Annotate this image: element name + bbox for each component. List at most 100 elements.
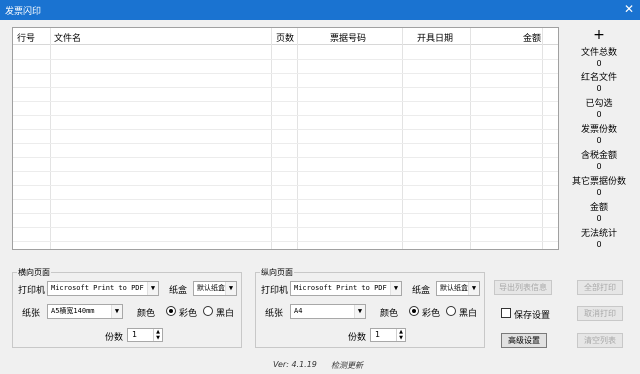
- column-header-amount[interactable]: 金额: [523, 31, 541, 44]
- landscape-page-group: 横向页面 打印机 Microsoft Print to PDF ▼ 纸盒 默认纸…: [12, 267, 242, 348]
- color-radio[interactable]: [409, 306, 419, 316]
- landscape-group-title: 横向页面: [17, 267, 51, 278]
- plus-icon[interactable]: +: [566, 28, 632, 42]
- version-label: Ver: 4.1.19: [273, 360, 317, 369]
- stat-other-receipts: 其它票据份数 0: [566, 177, 632, 197]
- table-row: [13, 241, 558, 242]
- stat-label: 发票份数: [580, 125, 617, 135]
- check-update-link[interactable]: 检测更新: [331, 360, 363, 371]
- copies-value: 1: [132, 330, 138, 339]
- stat-label: 其它票据份数: [571, 177, 626, 187]
- table-row: [13, 87, 558, 88]
- stepper-arrows-icon[interactable]: ▲ ▼: [396, 329, 405, 341]
- column-row-number: 行号: [13, 28, 51, 249]
- table-row: [13, 73, 558, 74]
- stat-label: 文件总数: [580, 48, 617, 58]
- copies-label: 份数: [348, 333, 367, 343]
- stat-label: 已勾选: [585, 99, 613, 109]
- window-title: 发票闪印: [5, 7, 42, 17]
- tray-value: 默认纸盒: [197, 284, 225, 292]
- stat-label: 含税金额: [580, 151, 617, 161]
- stat-value: 0: [596, 110, 602, 119]
- chevron-down-icon: ▼: [390, 282, 401, 295]
- column-file-name: 文件名: [51, 28, 272, 249]
- close-icon[interactable]: ✕: [624, 2, 634, 16]
- stat-value: 0: [596, 240, 602, 249]
- stat-uncountable: 无法统计 0: [566, 229, 632, 249]
- portrait-paper-select[interactable]: A4 ▼: [290, 304, 366, 319]
- stat-label: 无法统计: [580, 229, 617, 239]
- printer-label: 打印机: [261, 286, 289, 296]
- printer-value: Microsoft Print to PDF: [294, 284, 387, 292]
- tray-value: 默认纸盒: [440, 284, 468, 292]
- stat-label: 红名文件: [580, 73, 617, 83]
- portrait-copies-stepper[interactable]: 1 ▲ ▼: [370, 328, 406, 342]
- stat-amount: 金额 0: [566, 203, 632, 223]
- export-list-button[interactable]: 导出列表信息: [494, 280, 552, 295]
- stat-invoice-count: 发票份数 0: [566, 125, 632, 145]
- portrait-printer-select[interactable]: Microsoft Print to PDF ▼: [290, 281, 402, 296]
- column-header-file-name[interactable]: 文件名: [54, 31, 81, 44]
- save-settings-label[interactable]: 保存设置: [514, 308, 550, 321]
- column-header-invoice-number[interactable]: 票据号码: [330, 31, 366, 44]
- portrait-group-title: 纵向页面: [260, 267, 294, 278]
- chevron-down-icon: ▼: [225, 282, 236, 295]
- tray-label: 纸盒: [169, 286, 188, 296]
- bw-option-label[interactable]: 黑白: [459, 306, 477, 319]
- bw-radio[interactable]: [446, 306, 456, 316]
- file-list-table[interactable]: 行号 文件名 页数 票据号码 开具日期 金额: [12, 27, 559, 250]
- color-radio[interactable]: [166, 306, 176, 316]
- advanced-settings-button[interactable]: 高级设置: [501, 333, 547, 348]
- stat-checked: 已勾选 0: [566, 99, 632, 119]
- stat-value: 0: [596, 59, 602, 68]
- stat-label: 金额: [589, 203, 608, 213]
- column-header-row-number[interactable]: 行号: [17, 31, 35, 44]
- stat-value: 0: [596, 84, 602, 93]
- chevron-down-icon: ▼: [147, 282, 158, 295]
- table-row: [13, 199, 558, 200]
- stat-tax-included-amount: 含税金额 0: [566, 151, 632, 171]
- bw-radio[interactable]: [203, 306, 213, 316]
- tray-label: 纸盒: [412, 286, 431, 296]
- print-all-button[interactable]: 全部打印: [577, 280, 623, 295]
- portrait-page-group: 纵向页面 打印机 Microsoft Print to PDF ▼ 纸盒 默认纸…: [255, 267, 485, 348]
- stat-red-files: 红名文件 0: [566, 73, 632, 93]
- stepper-arrows-icon[interactable]: ▲ ▼: [153, 329, 162, 341]
- bw-option-label[interactable]: 黑白: [216, 306, 234, 319]
- table-row: [13, 59, 558, 60]
- table-row: [13, 171, 558, 172]
- save-settings-checkbox[interactable]: [501, 308, 511, 318]
- chevron-down-icon: ▼: [468, 282, 479, 295]
- stat-value: 0: [596, 136, 602, 145]
- landscape-paper-select[interactable]: A5横宽140mm ▼: [47, 304, 123, 319]
- column-header-issue-date[interactable]: 开具日期: [417, 31, 453, 44]
- landscape-printer-select[interactable]: Microsoft Print to PDF ▼: [47, 281, 159, 296]
- color-option-label[interactable]: 彩色: [179, 306, 197, 319]
- printer-value: Microsoft Print to PDF: [51, 284, 144, 292]
- stat-value: 0: [596, 162, 602, 171]
- printer-label: 打印机: [18, 286, 46, 296]
- landscape-tray-select[interactable]: 默认纸盒 ▼: [193, 281, 237, 296]
- column-invoice-number: 票据号码: [298, 28, 403, 249]
- table-row: [13, 143, 558, 144]
- landscape-copies-stepper[interactable]: 1 ▲ ▼: [127, 328, 163, 342]
- column-pages: 页数: [272, 28, 298, 249]
- paper-label: 纸张: [22, 309, 41, 319]
- stat-value: 0: [596, 188, 602, 197]
- column-header-pages[interactable]: 页数: [276, 31, 294, 44]
- chevron-down-icon: ▼: [354, 305, 365, 318]
- chevron-down-icon: ▼: [111, 305, 122, 318]
- color-option-label[interactable]: 彩色: [422, 306, 440, 319]
- cancel-print-button[interactable]: 取消打印: [577, 306, 623, 321]
- title-bar: 发票闪印 ✕: [0, 0, 640, 20]
- paper-value: A5横宽140mm: [51, 307, 95, 315]
- stat-value: 0: [596, 214, 602, 223]
- color-label: 颜色: [137, 309, 156, 319]
- table-row: [13, 101, 558, 102]
- copies-value: 1: [375, 330, 381, 339]
- paper-value: A4: [294, 307, 303, 315]
- column-amount: 金额: [471, 28, 543, 249]
- clear-list-button[interactable]: 清空列表: [577, 333, 623, 348]
- table-row: [13, 227, 558, 228]
- portrait-tray-select[interactable]: 默认纸盒 ▼: [436, 281, 480, 296]
